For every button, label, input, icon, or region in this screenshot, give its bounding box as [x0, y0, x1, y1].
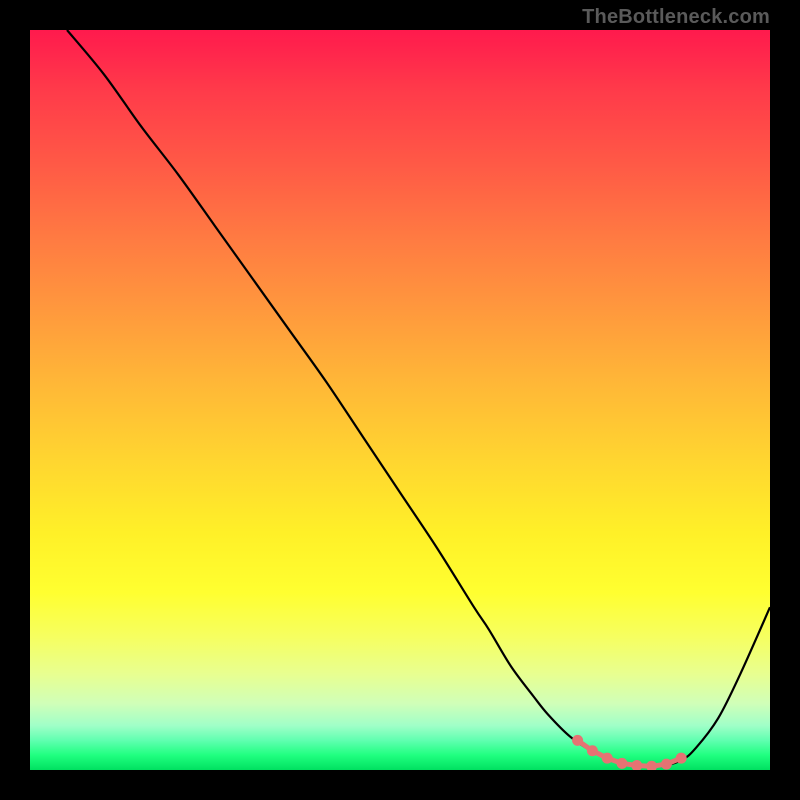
marker-dot: [602, 753, 613, 764]
marker-dot: [646, 761, 657, 770]
marker-dot: [661, 759, 672, 770]
marker-connector: [578, 740, 682, 766]
optimal-range-markers: [572, 735, 687, 770]
plot-area: [30, 30, 770, 770]
chart-container: TheBottleneck.com: [0, 0, 800, 800]
marker-dot: [572, 735, 583, 746]
curve-svg: [30, 30, 770, 770]
bottleneck-curve: [67, 30, 770, 767]
attribution-text: TheBottleneck.com: [582, 6, 770, 29]
marker-dot: [617, 758, 628, 769]
marker-dot: [676, 753, 687, 764]
marker-dot: [587, 745, 598, 756]
marker-dot: [631, 760, 642, 770]
